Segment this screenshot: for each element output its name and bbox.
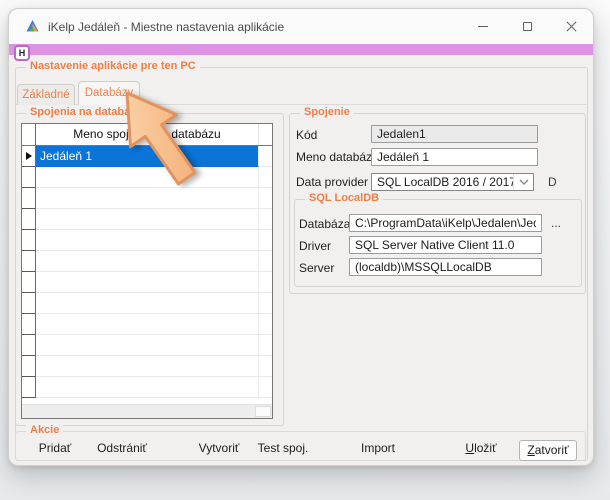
grid-column-header: Meno spojenia na databázu	[36, 124, 259, 145]
help-button[interactable]: H	[14, 45, 30, 61]
meno-databazy-label: Meno databázy	[296, 150, 378, 164]
toolbar-strip	[9, 44, 593, 55]
browse-button[interactable]: ...	[551, 216, 561, 230]
table-row[interactable]	[22, 335, 272, 356]
databaza-field[interactable]	[349, 214, 542, 232]
table-row[interactable]	[22, 272, 272, 293]
data-provider-value: SQL LocalDB 2016 / 2017	[372, 175, 513, 189]
test-spoj-button[interactable]: Test spoj.	[258, 441, 309, 459]
row-name-cell[interactable]	[36, 272, 259, 293]
driver-label: Driver	[299, 239, 331, 253]
close-button[interactable]	[549, 9, 593, 44]
row-name-cell[interactable]	[36, 209, 259, 230]
provider-suffix-label: D	[548, 175, 557, 189]
odstranit-button[interactable]: Odstrániť	[97, 441, 147, 459]
row-name-cell[interactable]	[36, 188, 259, 209]
chevron-down-icon[interactable]	[513, 174, 533, 190]
maximize-icon	[523, 22, 532, 31]
zatvorit-rest: atvoriť	[535, 443, 569, 457]
kod-label: Kód	[296, 128, 317, 142]
minimize-button[interactable]	[461, 9, 505, 44]
server-label: Server	[299, 261, 334, 275]
vytvorit-button[interactable]: Vytvoriť	[199, 441, 240, 459]
row-name-cell[interactable]	[36, 314, 259, 335]
tab-zakladne[interactable]: Základné	[17, 84, 75, 105]
group-title-sql-localdb: SQL LocalDB	[305, 192, 383, 204]
grid-rows: Jedáleň 1	[22, 146, 272, 404]
kod-field[interactable]	[371, 125, 538, 143]
row-name-cell[interactable]	[36, 293, 259, 314]
close-icon	[566, 21, 577, 32]
table-row[interactable]	[22, 377, 272, 398]
table-row[interactable]	[22, 314, 272, 335]
app-logo-icon	[25, 19, 40, 34]
row-name-cell[interactable]	[36, 335, 259, 356]
server-field[interactable]	[349, 258, 542, 276]
ulozit-rest: ložiť	[474, 441, 497, 455]
data-provider-label: Data provider	[296, 175, 368, 189]
import-button[interactable]: Import	[361, 441, 395, 459]
minimize-icon	[478, 26, 488, 27]
table-row[interactable]	[22, 167, 272, 188]
table-row[interactable]	[22, 230, 272, 251]
pridat-button[interactable]: Pridať	[39, 441, 72, 459]
table-row[interactable]	[22, 209, 272, 230]
group-title-akcie: Akcie	[26, 424, 63, 436]
driver-field[interactable]	[349, 236, 542, 254]
grid-horizontal-scrollbar[interactable]	[22, 404, 272, 418]
row-name-cell[interactable]	[36, 356, 259, 377]
connections-grid[interactable]: Meno spojenia na databázu Jedáleň 1	[21, 123, 273, 419]
data-provider-select[interactable]: SQL LocalDB 2016 / 2017	[371, 173, 534, 191]
databaza-label: Databáza	[299, 217, 350, 231]
table-row[interactable]	[22, 293, 272, 314]
table-row[interactable]	[22, 251, 272, 272]
grid-selector-header	[22, 124, 36, 145]
grid-scrollbar-thumb[interactable]	[255, 406, 271, 417]
group-title-nastavenie: Nastavenie aplikácie pre ten PC	[26, 60, 200, 72]
grid-header: Meno spojenia na databázu	[22, 124, 272, 146]
zatvorit-button[interactable]: Zatvoriť	[519, 440, 577, 461]
group-title-spojenia: Spojenia na databázy	[26, 106, 146, 118]
table-row[interactable]: Jedáleň 1	[22, 146, 272, 167]
ulozit-button[interactable]: Uložiť	[465, 441, 496, 459]
window-controls	[461, 9, 593, 44]
row-name-cell[interactable]	[36, 230, 259, 251]
maximize-button[interactable]	[505, 9, 549, 44]
row-selector-arrow-icon	[26, 152, 32, 160]
row-name-cell[interactable]	[36, 251, 259, 272]
row-name-cell[interactable]	[36, 167, 259, 188]
tab-databazy[interactable]: Databázy	[78, 81, 140, 105]
table-row[interactable]	[22, 356, 272, 377]
table-row[interactable]	[22, 188, 272, 209]
row-name-cell[interactable]: Jedáleň 1	[36, 146, 259, 167]
row-name-cell[interactable]	[36, 377, 259, 398]
ulozit-accel: U	[465, 441, 474, 455]
titlebar: iKelp Jedáleň - Miestne nastavenia aplik…	[9, 9, 593, 44]
zatvorit-accel: Z	[527, 443, 534, 457]
app-window: iKelp Jedáleň - Miestne nastavenia aplik…	[8, 8, 594, 466]
window-title: iKelp Jedáleň - Miestne nastavenia aplik…	[48, 20, 284, 34]
group-title-spojenie: Spojenie	[300, 106, 354, 118]
meno-databazy-field[interactable]	[371, 148, 538, 166]
